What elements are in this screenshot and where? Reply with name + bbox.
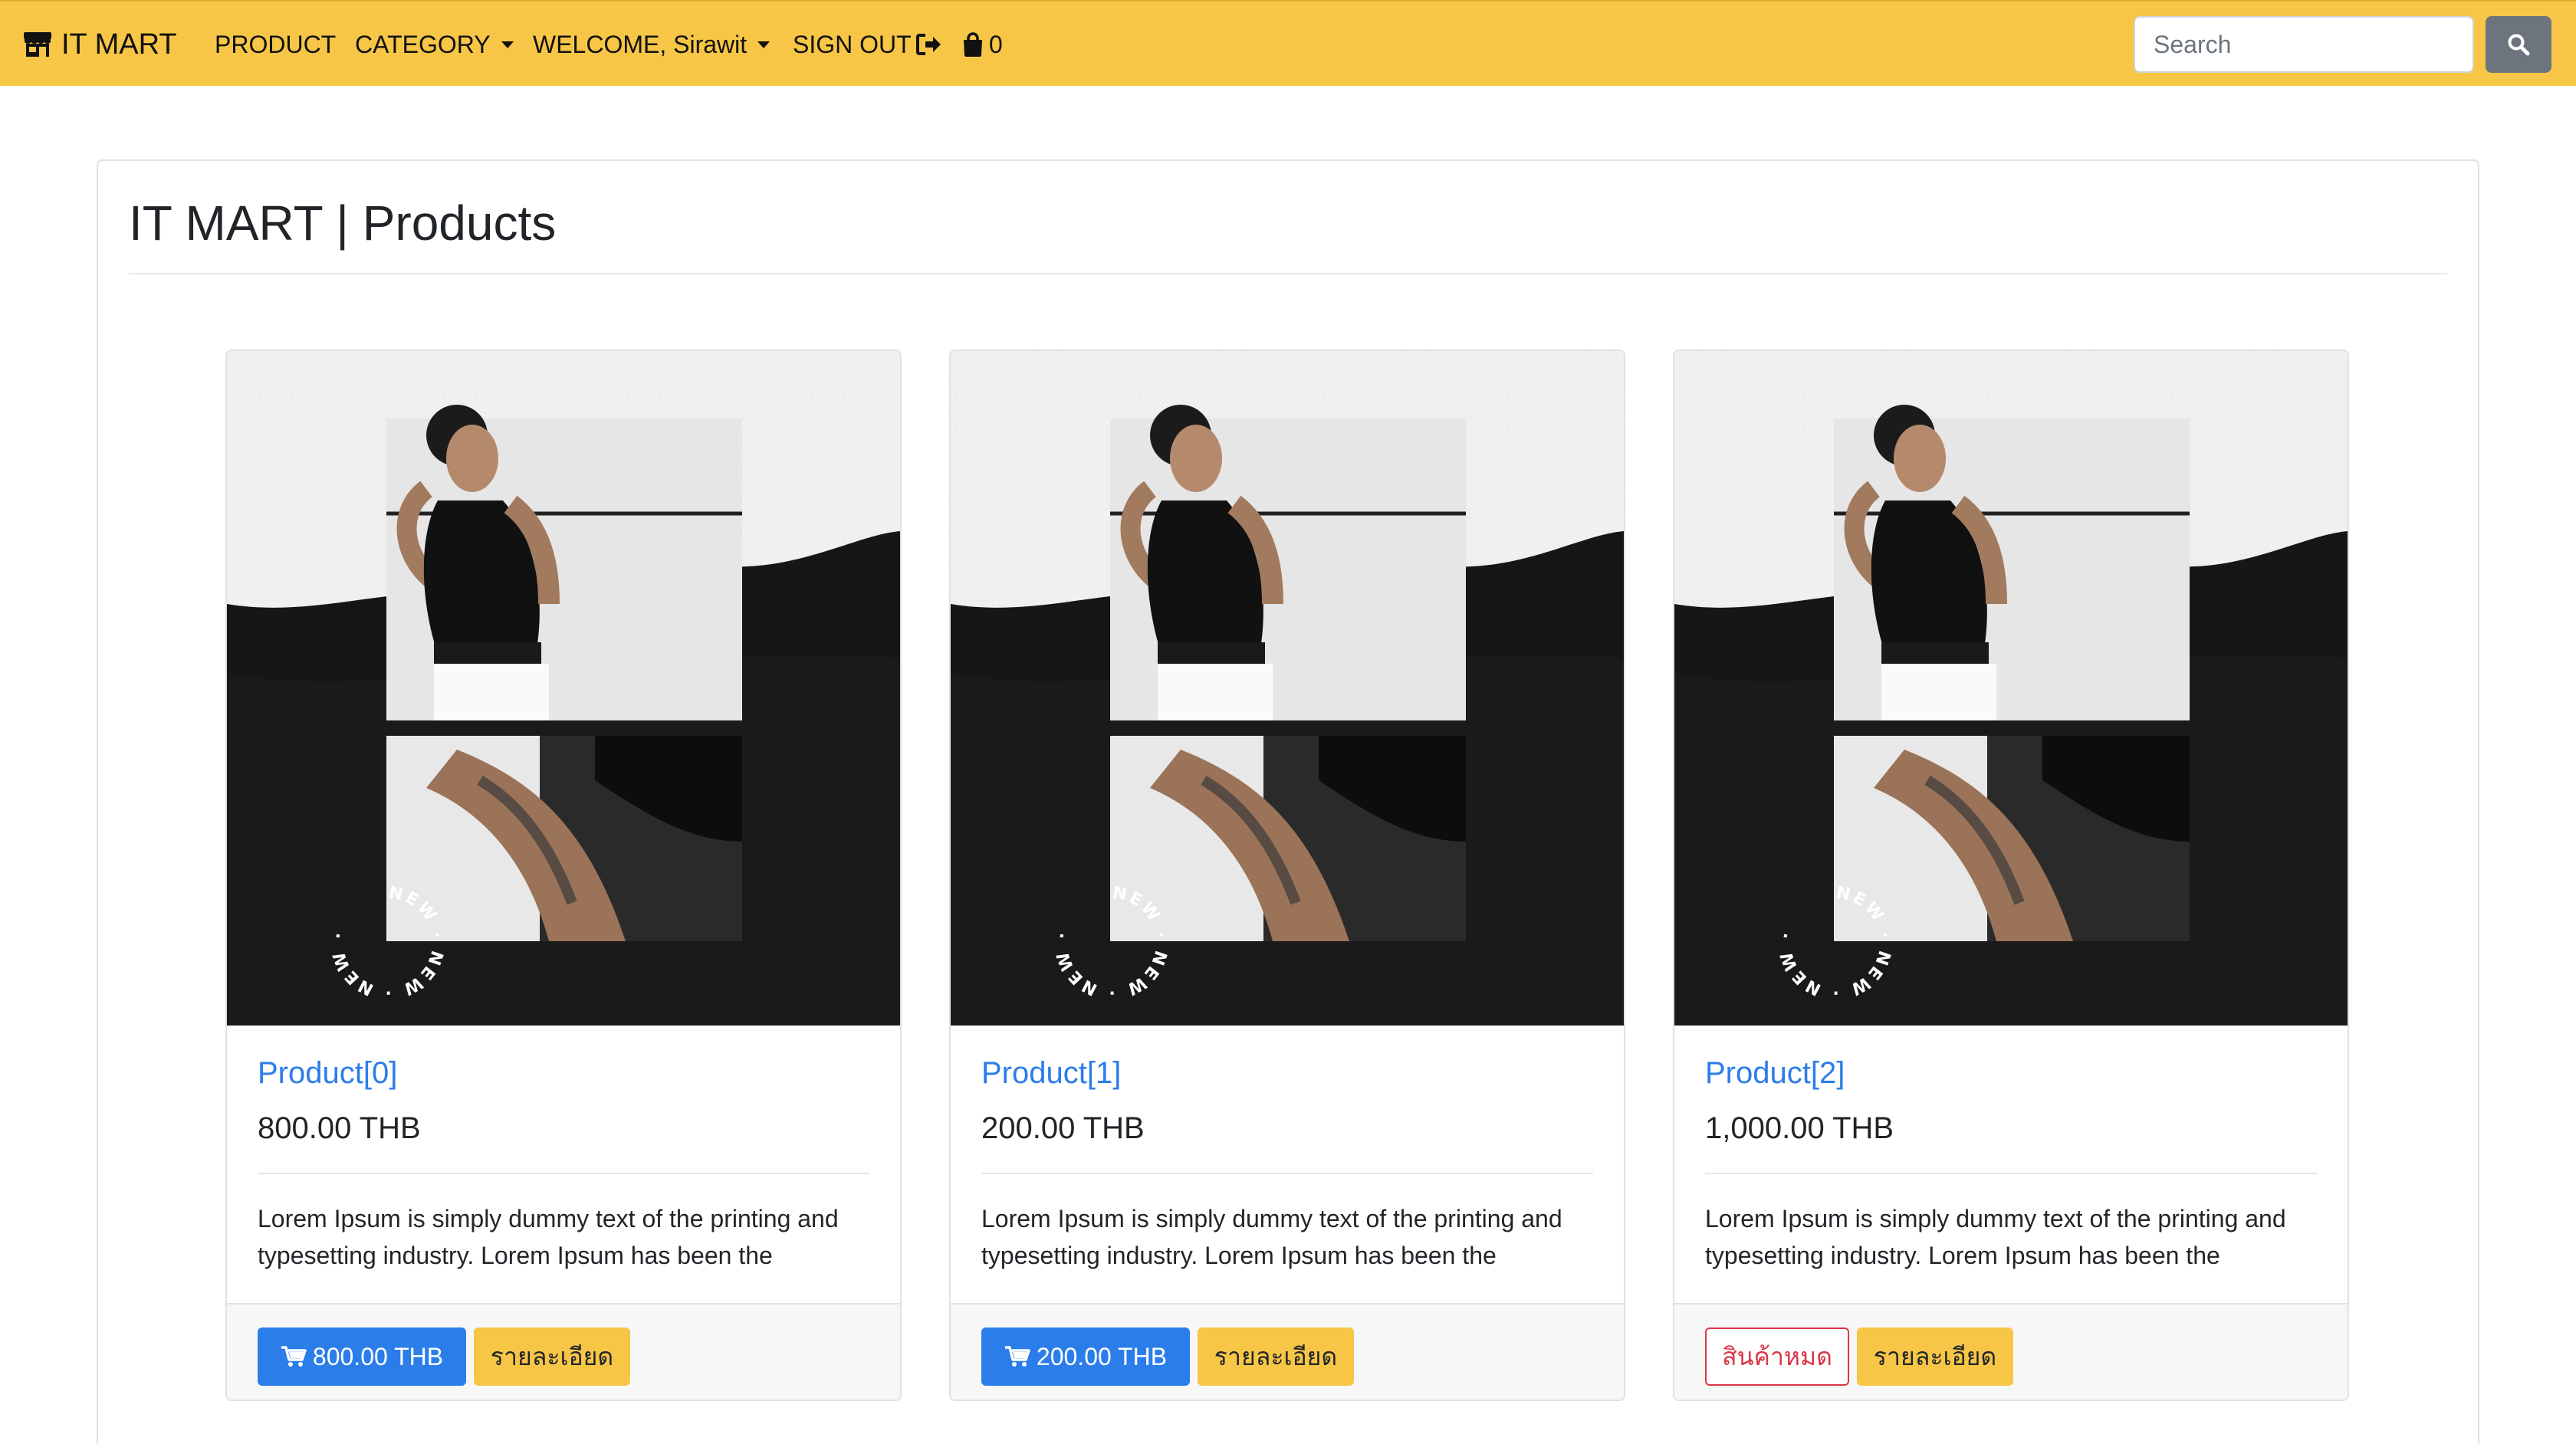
search-icon xyxy=(2508,34,2530,56)
product-price: 1,000.00 THB xyxy=(1705,1111,1894,1145)
details-button[interactable]: รายละเอียด xyxy=(1198,1327,1354,1386)
nav-category-dropdown[interactable]: CATEGORY xyxy=(355,29,514,60)
top-navbar: IT MART PRODUCT CATEGORY WELCOME, Sirawi… xyxy=(0,0,2576,86)
details-label: รายละเอียด xyxy=(490,1342,614,1370)
product-image[interactable]: NEW · NEW · NEW · xyxy=(227,351,900,1026)
add-to-cart-button[interactable]: 800.00 THB xyxy=(258,1327,466,1386)
chevron-down-icon xyxy=(501,41,514,48)
card-divider xyxy=(981,1173,1593,1174)
store-icon xyxy=(24,32,51,57)
product-image[interactable]: NEW · NEW · NEW · xyxy=(951,351,1624,1026)
title-divider xyxy=(129,273,2447,274)
product-description: Lorem Ipsum is simply dummy text of the … xyxy=(981,1205,1562,1269)
out-of-stock-label: สินค้าหมด xyxy=(1722,1342,1832,1370)
nav-category-label: CATEGORY xyxy=(355,30,491,58)
card-divider xyxy=(258,1173,869,1174)
product-card: NEW · NEW · NEW · Product[1] 200.00 THB … xyxy=(949,350,1625,1401)
details-label: รายละเอียด xyxy=(1214,1342,1338,1370)
card-footer: สินค้าหมด รายละเอียด xyxy=(1674,1303,2348,1400)
product-price: 200.00 THB xyxy=(981,1111,1145,1145)
details-label: รายละเอียด xyxy=(1873,1342,1997,1370)
product-name-link[interactable]: Product[1] xyxy=(981,1056,1121,1091)
nav-signout-label: SIGN OUT xyxy=(793,30,912,58)
nav-cart[interactable]: 0 xyxy=(961,29,1003,60)
cart-icon xyxy=(281,1346,307,1367)
cart-count: 0 xyxy=(989,30,1003,58)
card-footer: 200.00 THB รายละเอียด xyxy=(951,1303,1624,1400)
shopping-bag-icon xyxy=(964,32,982,57)
nav-user-dropdown[interactable]: WELCOME, Sirawit xyxy=(533,29,770,60)
product-card: NEW · NEW · NEW · Product[0] 800.00 THB … xyxy=(225,350,902,1401)
card-divider xyxy=(1705,1173,2317,1174)
brand-name: IT MART xyxy=(61,28,177,61)
details-button[interactable]: รายละเอียด xyxy=(474,1327,630,1386)
cart-icon xyxy=(1004,1346,1030,1367)
search-input[interactable] xyxy=(2134,16,2474,73)
product-card: NEW · NEW · NEW · Product[2] 1,000.00 TH… xyxy=(1673,350,2349,1401)
add-to-cart-label: 800.00 THB xyxy=(312,1342,444,1370)
product-description: Lorem Ipsum is simply dummy text of the … xyxy=(1705,1205,2286,1269)
nav-product[interactable]: PRODUCT xyxy=(215,29,336,60)
card-footer: 800.00 THB รายละเอียด xyxy=(227,1303,900,1400)
product-name-link[interactable]: Product[2] xyxy=(1705,1056,1845,1091)
out-of-stock-button[interactable]: สินค้าหมด xyxy=(1705,1327,1849,1386)
product-price: 800.00 THB xyxy=(258,1111,421,1145)
product-description: Lorem Ipsum is simply dummy text of the … xyxy=(258,1205,839,1269)
product-name-link[interactable]: Product[0] xyxy=(258,1056,397,1091)
search-button[interactable] xyxy=(2486,16,2551,73)
product-image[interactable]: NEW · NEW · NEW · xyxy=(1674,351,2348,1026)
page-title: IT MART | Products xyxy=(129,195,557,251)
add-to-cart-label: 200.00 THB xyxy=(1036,1342,1168,1370)
details-button[interactable]: รายละเอียด xyxy=(1857,1327,2013,1386)
nav-product-label: PRODUCT xyxy=(215,30,337,58)
nav-signout[interactable]: SIGN OUT xyxy=(793,29,942,60)
brand-link[interactable]: IT MART xyxy=(23,26,177,63)
add-to-cart-button[interactable]: 200.00 THB xyxy=(981,1327,1190,1386)
chevron-down-icon xyxy=(757,41,770,48)
sign-out-icon xyxy=(915,34,941,55)
nav-welcome-label: WELCOME, Sirawit xyxy=(533,30,748,58)
